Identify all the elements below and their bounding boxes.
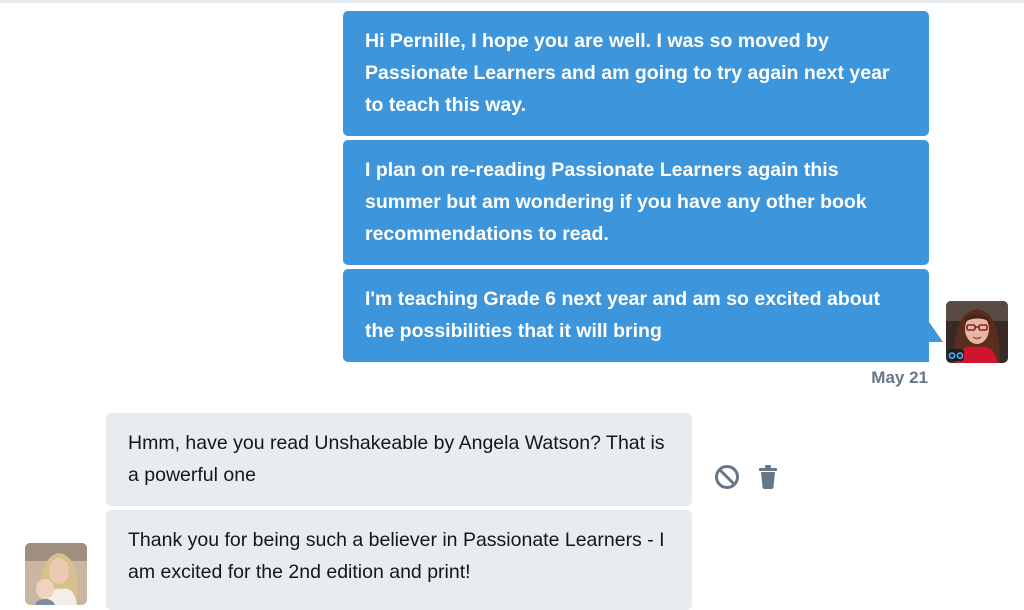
- message-text: Thank you for being such a believer in P…: [128, 529, 665, 583]
- received-message-bubble[interactable]: Hmm, have you read Unshakeable by Angela…: [106, 413, 692, 506]
- avatar[interactable]: [946, 301, 1008, 363]
- message-text: Hmm, have you read Unshakeable by Angela…: [128, 432, 665, 486]
- message-text: I'm teaching Grade 6 next year and am so…: [365, 288, 881, 342]
- message-timestamp: May 21: [871, 368, 928, 387]
- avatar-photo: [25, 543, 87, 605]
- message-text: I plan on re-reading Passionate Learners…: [365, 159, 867, 245]
- top-divider: [0, 0, 1024, 3]
- received-message-bubble[interactable]: Thank you for being such a believer in P…: [106, 510, 692, 610]
- message-text: Hi Pernille, I hope you are well. I was …: [365, 30, 890, 116]
- sent-message-bubble[interactable]: Hi Pernille, I hope you are well. I was …: [343, 11, 929, 136]
- avatar[interactable]: [25, 543, 87, 605]
- sent-message-bubble[interactable]: I plan on re-reading Passionate Learners…: [343, 140, 929, 265]
- sent-message-bubble[interactable]: I'm teaching Grade 6 next year and am so…: [343, 269, 929, 362]
- trash-icon[interactable]: [753, 462, 783, 492]
- block-icon[interactable]: [712, 462, 742, 492]
- bubble-tail: [929, 322, 943, 342]
- avatar-photo: [946, 301, 1008, 363]
